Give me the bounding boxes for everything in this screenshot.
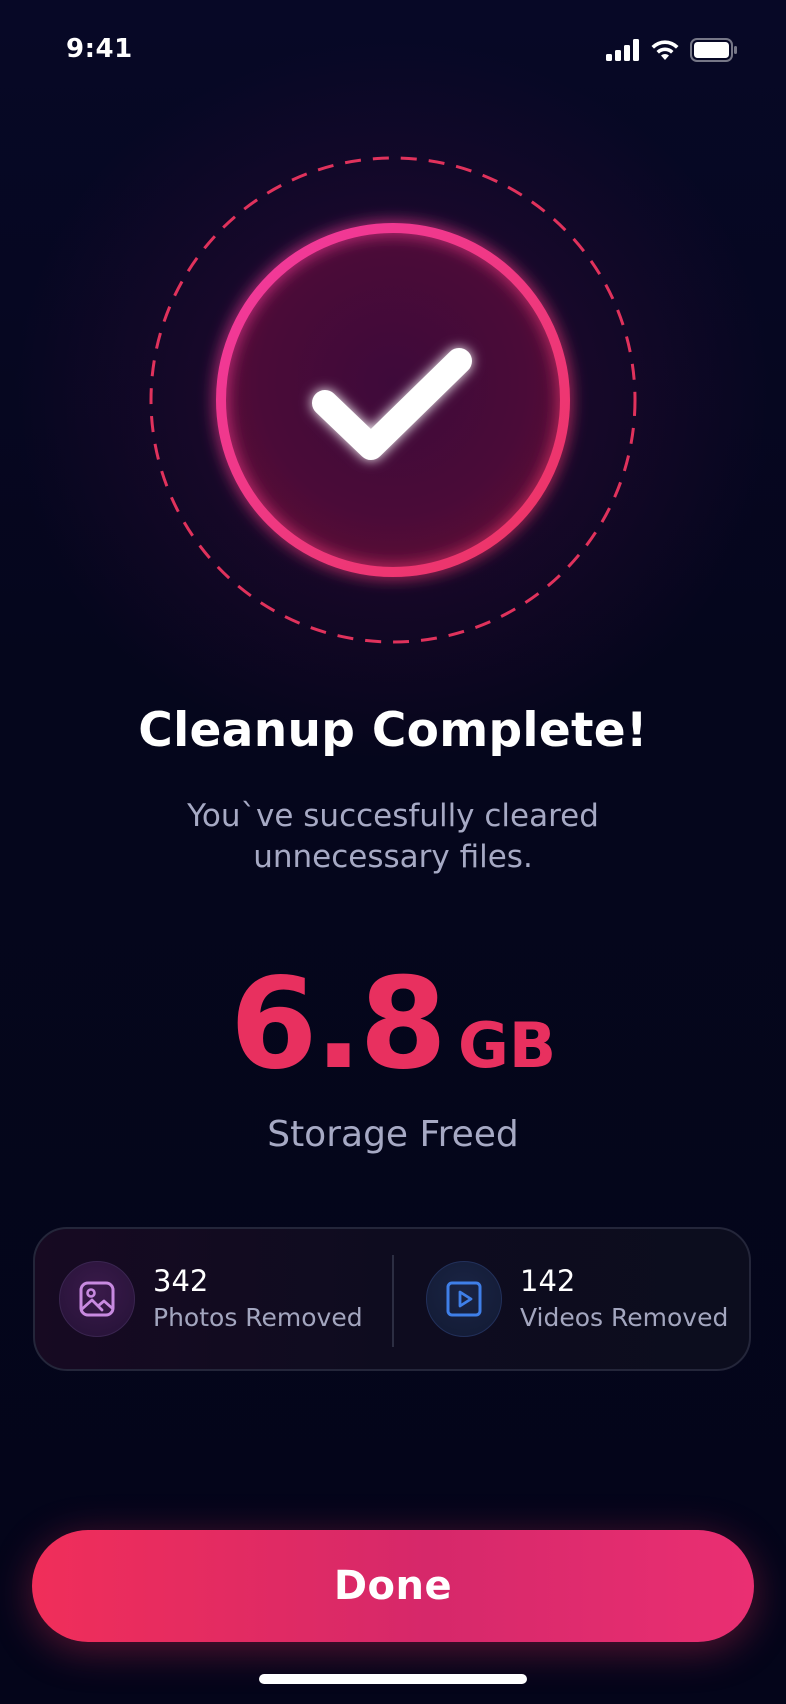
subtitle: You`ve succesfully cleared unnecessary f… bbox=[143, 796, 643, 878]
photos-removed-label: Photos Removed bbox=[153, 1303, 363, 1332]
stats-card: 342 Photos Removed 142 Videos Removed bbox=[33, 1227, 751, 1371]
cellular-signal-icon bbox=[606, 39, 640, 65]
storage-freed-unit: GB bbox=[458, 1009, 557, 1082]
videos-removed-stat: 142 Videos Removed bbox=[426, 1229, 728, 1369]
battery-icon bbox=[690, 38, 738, 66]
done-button[interactable]: Done bbox=[32, 1530, 754, 1642]
stats-divider bbox=[392, 1255, 394, 1347]
videos-removed-label: Videos Removed bbox=[520, 1303, 729, 1332]
success-graphic bbox=[148, 155, 638, 645]
status-icons bbox=[606, 38, 738, 66]
wifi-icon bbox=[650, 39, 680, 65]
status-time: 9:41 bbox=[66, 34, 133, 64]
image-icon bbox=[59, 1261, 135, 1337]
subtitle-line-2: unnecessary files. bbox=[253, 839, 533, 875]
cleanup-complete-screen: 9:41 Cleanup Complete! You`ve succesfull… bbox=[0, 0, 786, 1704]
videos-removed-count: 142 bbox=[520, 1264, 576, 1298]
photos-removed-stat: 342 Photos Removed bbox=[59, 1229, 363, 1369]
home-indicator[interactable] bbox=[259, 1674, 527, 1684]
videos-stat-text: 142 Videos Removed bbox=[520, 1263, 728, 1335]
photos-removed-count: 342 bbox=[153, 1264, 209, 1298]
photos-stat-text: 342 Photos Removed bbox=[153, 1263, 363, 1335]
storage-freed-label: Storage Freed bbox=[267, 1114, 519, 1155]
storage-freed-number: 6.8 bbox=[229, 950, 447, 1097]
page-title: Cleanup Complete! bbox=[138, 703, 648, 758]
storage-freed-value: 6.8 GB bbox=[0, 950, 786, 1097]
subtitle-line-1: You`ve succesfully cleared bbox=[187, 798, 599, 834]
video-play-icon bbox=[426, 1261, 502, 1337]
